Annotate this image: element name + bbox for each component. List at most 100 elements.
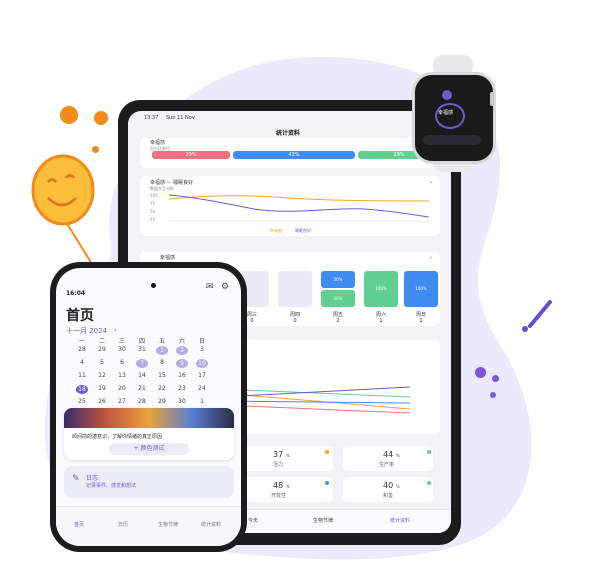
journal-subtitle: 记录事件、感觉和想法 (86, 483, 137, 489)
calendar-month[interactable]: 十一月 2024 (66, 326, 107, 336)
calendar-day[interactable]: 3 (196, 346, 208, 353)
phone-page-title: 首页 (66, 308, 94, 324)
day-count: 2 (336, 318, 340, 324)
day-label: 周六 (375, 312, 386, 318)
calendar-day[interactable]: 5 (96, 359, 108, 366)
tab-biorhythm[interactable]: 生物节律 (313, 517, 333, 524)
calendar-day[interactable]: 24 (196, 385, 208, 392)
tab-calendar[interactable]: 日历 (118, 521, 128, 528)
mail-icon[interactable]: ✉ (206, 282, 214, 292)
tab-statistics[interactable]: 统计资料 (201, 521, 221, 528)
y-tick-25: 25 (150, 217, 156, 222)
calendar-day[interactable]: 1 (156, 346, 168, 355)
trend-line-chart (168, 194, 430, 222)
factors-line-chart (220, 386, 411, 414)
calendar-day[interactable]: 9 (176, 359, 188, 368)
weekday: 三 (118, 338, 125, 345)
day-column (278, 271, 312, 307)
weekly-card-title: 幸福感 (160, 255, 176, 261)
calendar-day[interactable]: 21 (136, 385, 148, 392)
y-tick-100: 100 (150, 193, 158, 198)
day-count: 1 (419, 318, 423, 324)
calendar-day[interactable]: 29 (96, 346, 108, 353)
decor-purple-dot-1 (475, 367, 486, 378)
stat-card-kindness[interactable]: 40 % 和善 (343, 477, 433, 502)
calendar-day[interactable]: 30 (116, 346, 128, 353)
decor-purple-dot-2 (492, 375, 499, 382)
calendar-day[interactable]: 27 (116, 398, 128, 405)
stat-dot (325, 481, 329, 485)
banner-text: 顽间前的潜意识，了解你情绪的真正原因 (72, 434, 163, 440)
calendar-day[interactable]: 30 (176, 398, 188, 405)
calendar-day[interactable]: 14 (136, 372, 148, 379)
tablet-status-date: Sun 11 Nov (166, 115, 195, 121)
calendar-day[interactable]: 13 (116, 372, 128, 379)
calendar-day[interactable]: 26 (96, 398, 108, 405)
color-test-button[interactable]: + 颜色测试 (109, 443, 189, 455)
gear-icon[interactable]: ⚙ (221, 282, 229, 292)
calendar-day[interactable]: 22 (156, 385, 168, 392)
stat-unit: % (286, 484, 290, 489)
day-column: 100% (364, 271, 398, 307)
journal-card[interactable]: ✎ 日志 记录事件、感觉和想法 (64, 466, 234, 498)
stat-card-openness[interactable]: 48 % 开放性 (243, 477, 333, 502)
calendar-day[interactable]: 4 (76, 359, 88, 366)
calendar-day[interactable]: 10 (196, 359, 208, 368)
stat-unit: % (396, 484, 400, 489)
trend-card-subtitle: 数据交互分析 (150, 186, 174, 191)
day-label: 周日 (415, 312, 426, 318)
calendar-day[interactable]: 16 (176, 372, 188, 379)
weekday: 六 (178, 338, 185, 345)
calendar-day[interactable]: 19 (96, 385, 108, 392)
chevron-right-icon[interactable]: › (430, 255, 432, 261)
tab-today[interactable]: 今天 (248, 517, 258, 524)
happiness-breakdown-card[interactable]: 幸福感 百分比细目 29% 43% 29% (140, 138, 440, 168)
happiness-card-title: 幸福感 (150, 140, 166, 146)
calendar-day[interactable]: 23 (176, 385, 188, 392)
calendar-day[interactable]: 20 (116, 385, 128, 392)
day-column: 100% (404, 271, 438, 307)
calendar-day[interactable]: 17 (196, 372, 208, 379)
stat-unit: % (286, 453, 290, 458)
stat-card-vitality[interactable]: 37 % 活力 (243, 446, 333, 471)
calendar-day[interactable]: 29 (156, 398, 168, 405)
trend-card-title: 幸福感 — 睡眠良好 (150, 180, 194, 186)
watch-label: 幸福感 (438, 110, 454, 116)
calendar-day[interactable]: 25 (76, 398, 88, 405)
day-cell-block: 50% (321, 290, 355, 307)
day-label: 周五 (332, 312, 343, 318)
pencil-icon: ✎ (72, 474, 80, 484)
stat-dot (427, 481, 431, 485)
day-label: 周四 (289, 312, 300, 318)
calendar-day[interactable]: 2 (176, 346, 188, 355)
calendar-day[interactable]: 28 (136, 398, 148, 405)
chevron-right-icon[interactable]: › (430, 180, 432, 186)
color-test-card[interactable]: 顽间前的潜意识，了解你情绪的真正原因 + 颜色测试 (64, 408, 234, 460)
chevron-right-icon[interactable]: › (114, 326, 117, 334)
stat-dot (325, 450, 329, 454)
calendar-day[interactable]: 6 (116, 359, 128, 366)
calendar-day-today[interactable]: 18 (76, 385, 88, 394)
calendar-day[interactable]: 11 (76, 372, 88, 379)
decor-dot-large (60, 106, 78, 124)
watch-face-icon (442, 90, 452, 100)
stat-card-productivity[interactable]: 44 % 生产率 (343, 446, 433, 471)
tab-biorhythm[interactable]: 生物节律 (158, 521, 178, 528)
segment-bar-1: 29% (152, 151, 230, 159)
calendar-day[interactable]: 15 (156, 372, 168, 379)
calendar-day[interactable]: 7 (136, 359, 148, 368)
calendar-day[interactable]: 1 (196, 398, 208, 405)
trend-card[interactable]: 幸福感 — 睡眠良好 数据交互分析 › 100 75 50 25 幸福感 睡眠良… (140, 176, 440, 236)
stat-value: 48 (273, 481, 284, 490)
watch-crown (490, 92, 494, 106)
calendar-day[interactable]: 12 (96, 372, 108, 379)
tab-home[interactable]: 首页 (74, 521, 84, 528)
stat-label: 活力 (273, 462, 284, 468)
weekday: 一 (78, 338, 85, 345)
tab-statistics[interactable]: 统计资料 (390, 517, 410, 524)
calendar-day[interactable]: 31 (136, 346, 148, 353)
weekday: 日 (198, 338, 205, 345)
calendar-day[interactable]: 8 (156, 359, 168, 366)
stat-dot (427, 450, 431, 454)
calendar-day[interactable]: 28 (76, 346, 88, 353)
